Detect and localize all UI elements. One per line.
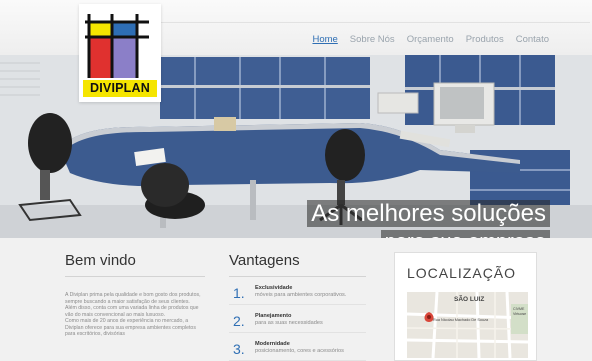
advantage-title: Planejamento xyxy=(255,313,292,319)
advantage-title: Modernidade xyxy=(255,341,290,347)
advantage-number: 2. xyxy=(233,313,245,329)
logo-wordmark: DIVIPLAN xyxy=(83,80,157,97)
location-map[interactable]: SÃO LUIZ Rua Nicolau Machado De Souza CI… xyxy=(407,292,528,358)
nav-sobre-nos[interactable]: Sobre Nós xyxy=(350,34,395,45)
nav-contato[interactable]: Contato xyxy=(516,34,549,45)
logo-grid-icon xyxy=(85,14,149,78)
location-card: LOCALIZAÇÃO SÃO LUIZ Rua Nicolau Machado… xyxy=(394,252,537,361)
advantage-title: Exclusividade xyxy=(255,285,293,291)
map-street-label: Rua Nicolau Machado De Souza xyxy=(433,318,489,322)
advantage-desc: para as suas necessidades xyxy=(255,320,323,326)
hero-line-1: As melhores soluções xyxy=(307,200,550,227)
welcome-text: A Diviplan prima pela qualidade e bom go… xyxy=(65,292,205,338)
nav-produtos[interactable]: Produtos xyxy=(466,34,504,45)
advantage-number: 3. xyxy=(233,341,245,357)
advantage-number: 1. xyxy=(233,285,245,301)
nav-orcamento[interactable]: Orçamento xyxy=(407,34,454,45)
advantage-item: 2. Planejamento para as suas necessidade… xyxy=(229,313,366,333)
advantage-desc: móveis para ambientes corporativos. xyxy=(255,292,347,298)
welcome-paragraph: Como mais de 20 anos de experiência no m… xyxy=(65,318,196,337)
advantage-item: 1. Exclusividade móveis para ambientes c… xyxy=(229,285,366,305)
welcome-divider xyxy=(65,276,205,277)
welcome-column: Bem vindo A Diviplan prima pela qualidad… xyxy=(65,252,205,338)
nav-home[interactable]: Home xyxy=(312,34,337,45)
welcome-paragraph: Além disso, conta com uma variada linha … xyxy=(65,305,199,318)
advantage-desc: posicionamento, cores e acessórios xyxy=(255,348,344,354)
hero-line-2: para sua empresa xyxy=(380,230,550,238)
main-nav: Home Sobre Nós Orçamento Produtos Contat… xyxy=(300,34,549,45)
page: DIVIPLAN Home Sobre Nós Orçamento Produt… xyxy=(0,0,592,361)
welcome-paragraph: A Diviplan prima pela qualidade e bom go… xyxy=(65,292,201,305)
map-district-label: SÃO LUIZ xyxy=(454,296,485,303)
location-title: LOCALIZAÇÃO xyxy=(407,265,517,281)
advantages-column: Vantagens 1. Exclusividade móveis para a… xyxy=(229,252,366,361)
advantages-title: Vantagens xyxy=(229,252,300,269)
welcome-title: Bem vindo xyxy=(65,252,136,269)
advantage-item: 3. Modernidade posicionamento, cores e a… xyxy=(229,341,366,361)
header-divider xyxy=(150,22,590,23)
advantages-divider xyxy=(229,276,366,277)
map-poi-label: CIVME Virtuose xyxy=(513,307,527,316)
diviplan-logo[interactable]: DIVIPLAN xyxy=(79,4,161,102)
